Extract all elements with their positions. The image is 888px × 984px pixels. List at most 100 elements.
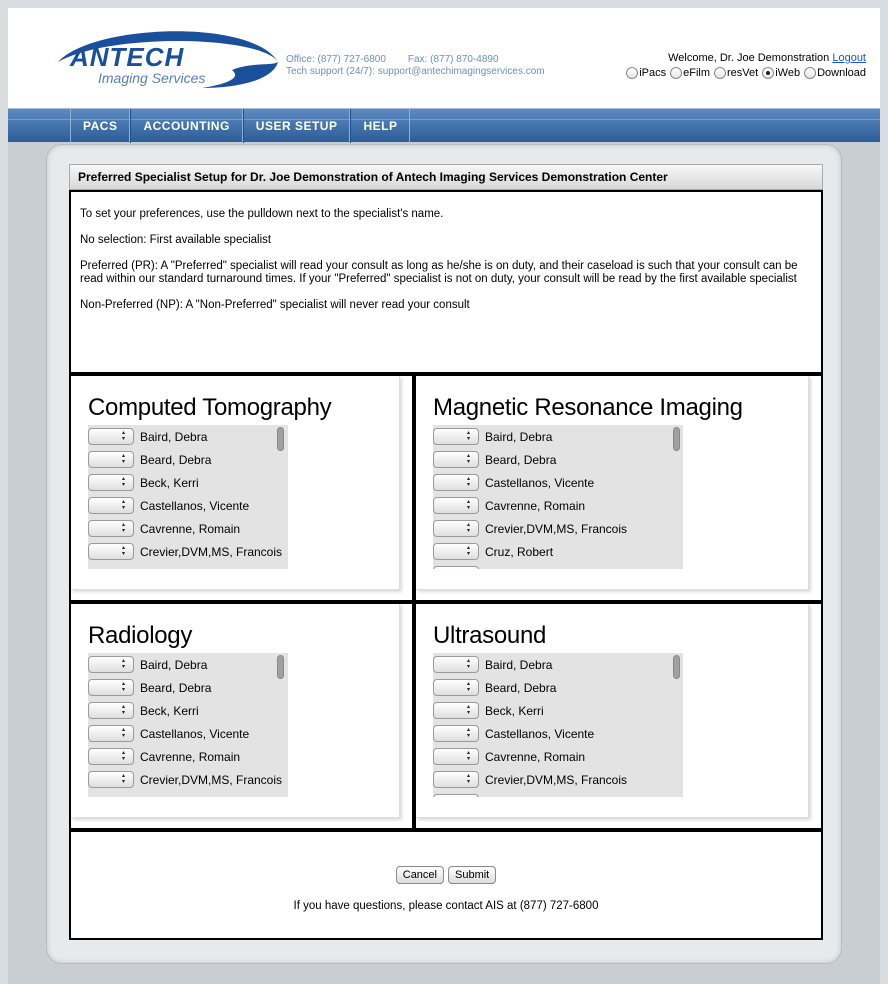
specialist-name: Castellanos, Vicente [485, 475, 595, 490]
specialist-name: Cavrenne, Romain [140, 749, 241, 764]
specialist-row: Cavrenne, Romain [88, 517, 288, 540]
radio-efilm[interactable]: eFilm [670, 67, 710, 79]
antech-logo[interactable]: ANTECH Imaging Services [52, 22, 282, 92]
specialist-name: Beard, Debra [140, 680, 212, 695]
radio-button-icon[interactable] [670, 67, 683, 79]
preference-select[interactable] [88, 725, 134, 742]
radio-label: resVet [727, 67, 759, 79]
section-title: Ultrasound [433, 622, 547, 649]
radio-button-icon[interactable] [762, 67, 775, 79]
preference-select[interactable] [433, 725, 479, 742]
preference-select[interactable] [433, 451, 479, 468]
specialist-name: Cavrenne, Romain [140, 521, 241, 536]
preference-select[interactable] [88, 451, 134, 468]
preference-select[interactable] [433, 656, 479, 673]
submit-button[interactable]: Submit [448, 866, 497, 884]
radio-iweb[interactable]: iWeb [762, 67, 800, 79]
preference-select[interactable] [433, 771, 479, 788]
nav-items: PACS ACCOUNTING USER SETUP HELP [70, 109, 411, 143]
specialist-row: Castellanos, Vicente [88, 722, 288, 745]
preference-select[interactable] [433, 520, 479, 537]
preference-select[interactable] [433, 428, 479, 445]
radio-resvet[interactable]: resVet [714, 67, 758, 79]
preference-select[interactable] [433, 566, 479, 569]
preference-select[interactable] [88, 428, 134, 445]
preference-select[interactable] [88, 748, 134, 765]
specialist-row: Baird, Debra [88, 425, 288, 448]
button-row: Cancel Submit [71, 866, 821, 884]
radio-button-icon[interactable] [804, 67, 817, 79]
specialist-name: Cavrenne, Romain [485, 749, 586, 764]
specialist-list[interactable]: Baird, Debra Beard, Debra Beck, Kerri Caste… [433, 653, 683, 797]
specialist-row: Castellanos, Vicente [433, 722, 683, 745]
specialist-name: Crevier,DVM,MS, Francois [485, 521, 628, 536]
specialist-row: Beck, Kerri [88, 471, 288, 494]
preference-select[interactable] [433, 702, 479, 719]
specialist-row: Cavrenne, Romain [433, 494, 683, 517]
header: ANTECH Imaging Services Office: (877) 72… [8, 8, 880, 108]
section-radiology: Radiology Baird, Debra Beard, Debra Beck, K… [69, 602, 414, 830]
nav-item-help[interactable]: HELP [350, 109, 411, 143]
scrollbar-thumb[interactable] [673, 655, 680, 679]
specialist-name: Beck, Kerri [140, 703, 199, 718]
instruction-line: Preferred (PR): A "Preferred" specialist… [80, 260, 798, 285]
nav-item-pacs[interactable]: PACS [70, 109, 131, 143]
office-phone: Office: (877) 727-6800 [286, 54, 386, 65]
specialist-list[interactable]: Baird, Debra Beard, Debra Beck, Kerri Caste… [88, 425, 288, 569]
specialist-row: Crevier,DVM,MS, Francois [88, 768, 288, 791]
radio-download[interactable]: Download [804, 67, 866, 79]
section-ultrasound: Ultrasound Baird, Debra Beard, Debra Beck, … [414, 602, 823, 830]
specialist-list[interactable]: Baird, Debra Beard, Debra Castellanos, Vic… [433, 425, 683, 569]
preference-select[interactable] [88, 656, 134, 673]
scrollbar-thumb[interactable] [277, 427, 284, 451]
specialist-row: Baird, Debra [433, 653, 683, 676]
specialist-row: Crevier,DVM,MS, Francois [88, 540, 288, 563]
preference-select[interactable] [88, 474, 134, 491]
preference-select[interactable] [88, 702, 134, 719]
radio-button-icon[interactable] [714, 67, 727, 79]
specialist-name: Beard, Debra [140, 452, 212, 467]
preference-select[interactable] [433, 748, 479, 765]
radio-button-icon[interactable] [626, 67, 639, 79]
section-title: Computed Tomography [88, 394, 332, 421]
radio-ipacs[interactable]: iPacs [626, 67, 666, 79]
preference-select[interactable] [88, 520, 134, 537]
instruction-line: To set your preferences, use the pulldow… [80, 208, 444, 220]
specialist-name: Crevier,DVM,MS, Francois [140, 544, 283, 559]
instruction-line: No selection: First available specialist [80, 234, 272, 246]
preference-select[interactable] [88, 543, 134, 560]
preference-select[interactable] [88, 497, 134, 514]
specialist-name: Castellanos, Vicente [140, 498, 250, 513]
preference-select[interactable] [433, 474, 479, 491]
cancel-button[interactable]: Cancel [395, 866, 444, 884]
specialist-row: Beck, Kerri [433, 699, 683, 722]
specialist-name: Beard, Debra [485, 452, 557, 467]
section-computed-tomography: Computed Tomography Baird, Debra Beard, De… [69, 374, 414, 602]
specialist-name: Baird, Debra [140, 429, 208, 444]
section-title: Magnetic Resonance Imaging [433, 394, 743, 421]
specialist-row: Cavrenne, Romain [433, 745, 683, 768]
main-nav: PACS ACCOUNTING USER SETUP HELP [8, 108, 880, 143]
logo-text: ANTECH [70, 42, 185, 72]
preference-select[interactable] [433, 497, 479, 514]
specialist-name: Beck, Kerri [485, 703, 544, 718]
preference-select[interactable] [88, 679, 134, 696]
help-text: If you have questions, please contact AI… [293, 900, 599, 912]
specialist-name: Castellanos, Vicente [485, 726, 595, 741]
preference-select[interactable] [433, 679, 479, 696]
scrollbar-thumb[interactable] [673, 427, 680, 451]
specialist-row: Crevier,DVM,MS, Francois [433, 517, 683, 540]
radio-label: eFilm [683, 67, 711, 79]
app-radio-group: iPacs eFilm resVet iWeb Download [626, 67, 866, 79]
preference-select[interactable] [88, 771, 134, 788]
nav-item-accounting[interactable]: ACCOUNTING [130, 109, 243, 143]
scrollbar-thumb[interactable] [277, 655, 284, 679]
specialist-row: Cavrenne, Romain [88, 745, 288, 768]
nav-item-user-setup[interactable]: USER SETUP [242, 109, 351, 143]
preference-select[interactable] [433, 543, 479, 560]
specialist-name: Cruz, Robert [485, 796, 553, 798]
specialist-list[interactable]: Baird, Debra Beard, Debra Beck, Kerri Caste… [88, 653, 288, 797]
logout-link[interactable]: Logout [832, 52, 866, 64]
instructions-box: To set your preferences, use the pulldow… [69, 190, 823, 374]
preference-select[interactable] [433, 794, 479, 797]
